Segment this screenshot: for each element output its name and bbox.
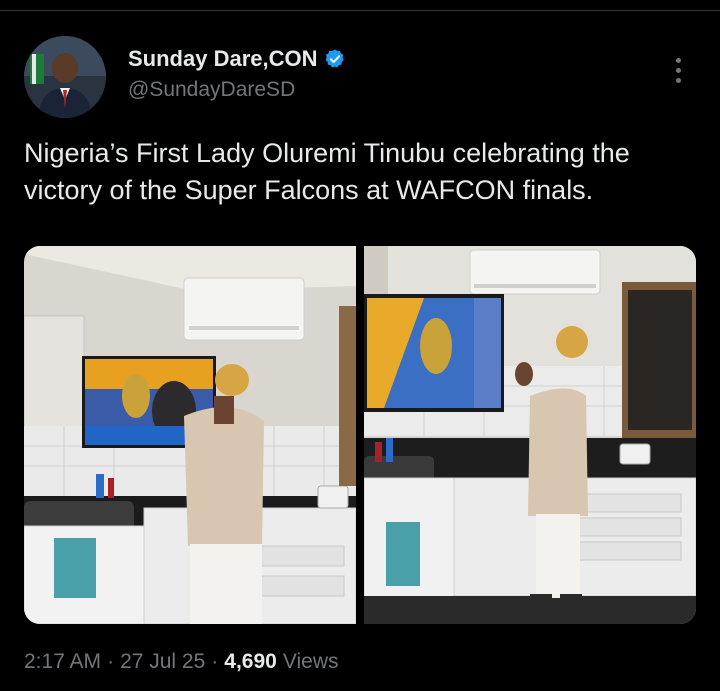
tweet-meta: 2:17 AM · 27 Jul 25 · 4,690 Views xyxy=(24,650,339,674)
author-handle[interactable]: @SundayDareSD xyxy=(128,78,346,102)
views-label: Views xyxy=(282,650,339,673)
views-count[interactable]: 4,690 xyxy=(224,650,277,674)
photo-first-lady-clapping-right[interactable] xyxy=(364,246,696,624)
author-block: Sunday Dare,CON @SundayDareSD xyxy=(128,46,346,102)
photo-first-lady-watching-tv-left[interactable] xyxy=(24,246,356,624)
author-name-row: Sunday Dare,CON xyxy=(128,46,346,72)
author-avatar[interactable] xyxy=(24,36,106,118)
tweet-date[interactable]: 27 Jul 25 xyxy=(120,650,205,674)
verified-badge-icon xyxy=(324,48,346,70)
tweet-text: Nigeria’s First Lady Oluremi Tinubu cele… xyxy=(24,138,630,205)
more-vertical-icon[interactable] xyxy=(662,54,694,86)
media-grid xyxy=(24,246,696,624)
author-display-name[interactable]: Sunday Dare,CON xyxy=(128,46,318,72)
top-divider xyxy=(0,10,720,11)
meta-separator: · xyxy=(107,650,115,673)
tweet-time[interactable]: 2:17 AM xyxy=(24,650,101,674)
meta-separator: · xyxy=(211,650,219,673)
